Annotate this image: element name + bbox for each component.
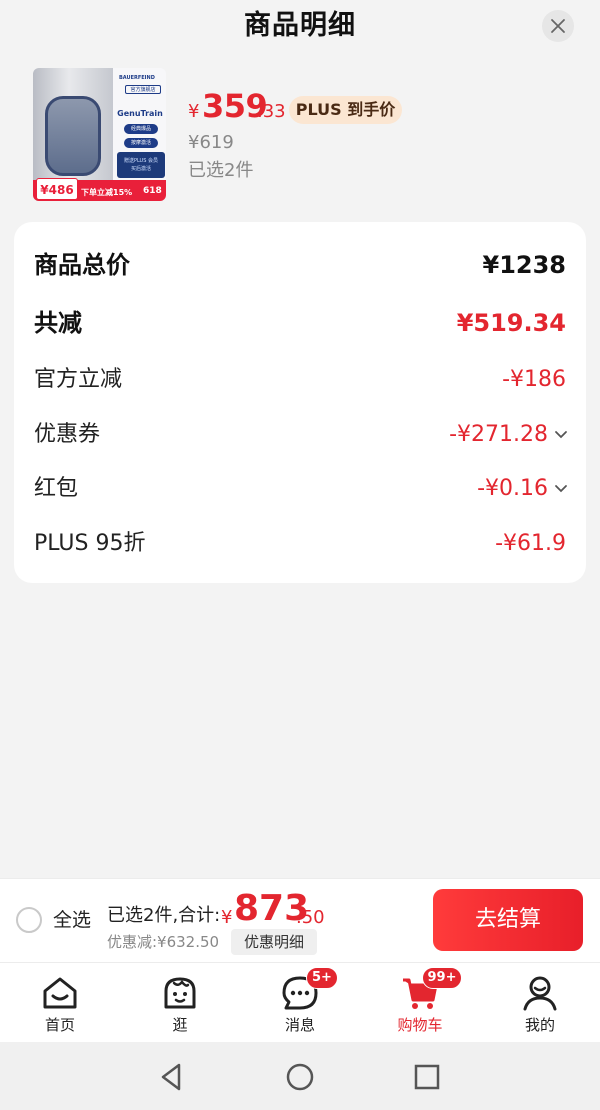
breakdown-label: 商品总价 <box>34 251 130 279</box>
discount-summary: 优惠减:¥632.50 <box>107 933 220 951</box>
product-model: GenuTrain <box>117 109 163 118</box>
breakdown-row-coupon[interactable]: 优惠券 -¥271.28 <box>14 417 586 453</box>
page-title: 商品明细 <box>244 10 356 41</box>
breakdown-value: -¥61.9 <box>495 531 566 556</box>
breakdown-row-total: 商品总价 ¥1238 <box>14 247 586 283</box>
bottom-tab-bar: 首页 逛 消息 5+ 购物车 99+ 我的 <box>0 962 600 1042</box>
breakdown-value: -¥0.16 <box>477 476 548 501</box>
feature-pill: 按摩激活 <box>124 138 158 148</box>
price-decimal: .33 <box>257 101 286 122</box>
checkout-bar: 全选 已选2件,合计: ¥ 873 .50 优惠减:¥632.50 优惠明细 去… <box>0 878 600 962</box>
price-detail-sheet: 商品明细 BAUERFEIND 官方旗舰店 GenuTrain 经典爆品 按摩激… <box>0 0 600 878</box>
promo-price: ¥486 <box>36 178 78 200</box>
home-icon <box>43 977 77 1009</box>
breakdown-label: 共减 <box>34 309 82 337</box>
select-all-label[interactable]: 全选 <box>53 907 91 933</box>
tab-label: 我的 <box>524 1016 555 1034</box>
system-nav-bar <box>0 1042 600 1110</box>
price-breakdown-card: 商品总价 ¥1238 共减 ¥519.34 官方立减 -¥186 优惠券 -¥2… <box>14 222 586 583</box>
breakdown-label: 优惠券 <box>34 422 101 447</box>
checkout-button[interactable]: 去结算 <box>433 889 583 951</box>
breakdown-value: -¥186 <box>502 367 566 392</box>
breakdown-value: -¥271.28 <box>449 422 548 447</box>
tab-cart[interactable]: 购物车 99+ <box>360 963 480 1043</box>
recents-square-icon[interactable] <box>412 1062 442 1092</box>
knee-brace-graphic <box>45 96 101 176</box>
breakdown-value: ¥519.34 <box>456 309 566 337</box>
breakdown-row-official: 官方立减 -¥186 <box>14 362 586 398</box>
chevron-down-icon <box>555 485 567 493</box>
selected-count: 已选2件 <box>188 160 254 181</box>
back-triangle-icon[interactable] <box>157 1062 187 1092</box>
original-price: ¥619 <box>188 132 234 153</box>
breakdown-label: 红包 <box>34 476 79 501</box>
chevron-down-icon <box>555 431 567 439</box>
breakdown-row-redpacket[interactable]: 红包 -¥0.16 <box>14 471 586 507</box>
official-store-tag: 官方旗舰店 <box>125 85 161 94</box>
tab-browse[interactable]: 逛 <box>120 963 240 1043</box>
total-decimal: .50 <box>296 907 325 928</box>
cart-badge: 99+ <box>422 967 462 989</box>
breakdown-row-plus: PLUS 95折 -¥61.9 <box>14 526 586 562</box>
breakdown-label: 官方立减 <box>34 367 123 392</box>
tab-label: 购物车 <box>397 1016 443 1034</box>
breakdown-row-reduction: 共减 ¥519.34 <box>14 305 586 341</box>
brand-logo: BAUERFEIND <box>119 75 155 81</box>
promo-text: 下单立减15% <box>81 188 133 197</box>
price-currency: ¥ <box>188 101 200 122</box>
feature-pill: 经典爆品 <box>124 124 158 134</box>
close-button[interactable] <box>542 10 574 42</box>
tab-home[interactable]: 首页 <box>0 963 120 1043</box>
select-all-radio[interactable] <box>16 907 42 933</box>
home-circle-icon[interactable] <box>285 1062 315 1092</box>
close-icon <box>551 19 565 33</box>
product-image[interactable]: BAUERFEIND 官方旗舰店 GenuTrain 经典爆品 按摩激活 赠送P… <box>33 68 166 201</box>
breakdown-label: PLUS 95折 <box>34 531 146 556</box>
plus-gift-box: 赠送PLUS 会员 买后激活 <box>117 152 165 178</box>
tab-label: 逛 <box>172 1016 188 1034</box>
breakdown-value: ¥1238 <box>482 251 567 279</box>
promo-event: 618 <box>143 186 162 196</box>
browse-icon <box>164 977 196 1009</box>
plus-gift-line: 赠送PLUS 会员 <box>124 158 158 164</box>
message-badge: 5+ <box>306 967 338 989</box>
total-currency: ¥ <box>221 907 233 928</box>
tab-messages[interactable]: 消息 5+ <box>240 963 360 1043</box>
plus-price-tag: PLUS 到手价 <box>289 96 402 124</box>
discount-detail-button[interactable]: 优惠明细 <box>231 929 317 955</box>
plus-gift-line: 买后激活 <box>130 166 151 172</box>
tab-profile[interactable]: 我的 <box>480 963 600 1043</box>
tab-label: 消息 <box>284 1016 315 1034</box>
total-label: 已选2件,合计: <box>107 905 221 926</box>
profile-icon <box>523 976 557 1011</box>
tab-label: 首页 <box>44 1016 75 1034</box>
